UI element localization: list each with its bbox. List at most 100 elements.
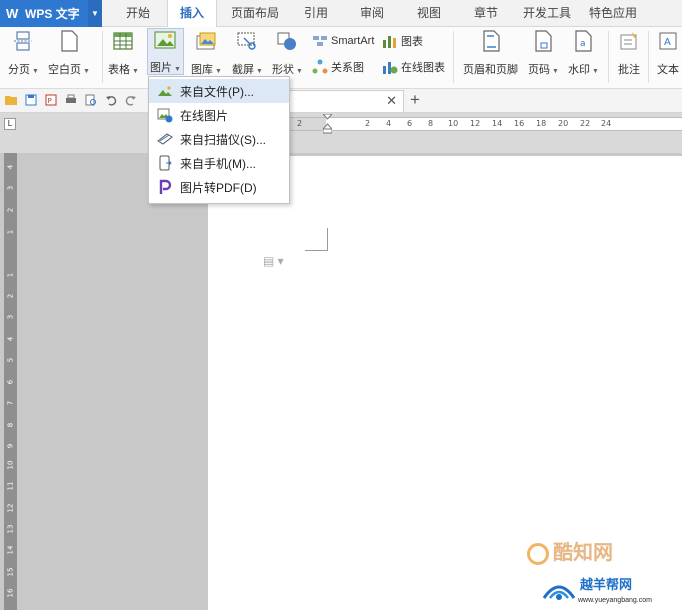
watermark-button[interactable]: a 水印 ▼ [568, 29, 599, 77]
ruler-tick: 5 [6, 357, 15, 363]
ruler-tick: 14 [492, 119, 503, 128]
new-tab-icon[interactable]: + [410, 90, 420, 110]
close-icon[interactable]: ✕ [386, 93, 397, 109]
menu-item-label: 来自文件(P)... [180, 84, 254, 99]
gallery-label: 图库 [191, 64, 213, 76]
chevron-down-icon[interactable]: ▼ [88, 0, 102, 27]
relation-chart-icon [312, 59, 328, 75]
ruler-tick: 3 [6, 185, 15, 191]
tab-insert[interactable]: 插入 [167, 0, 217, 27]
ribbon-tab-bar: W WPS 文字 ▼ 开始 插入 页面布局 引用 审阅 视图 章节 开发工具 特… [0, 0, 682, 27]
print-preview-icon[interactable] [84, 93, 98, 107]
gallery-button[interactable]: 图库 ▼ [191, 29, 222, 77]
screenshot-label: 截屏 [232, 64, 254, 76]
page-break-label: 分页 [8, 64, 30, 76]
ruler-tick: 1 [6, 272, 15, 278]
tab-references[interactable]: 引用 [296, 0, 336, 27]
export-pdf-icon[interactable]: P [44, 93, 58, 107]
page-number-button[interactable]: 页码 ▼ [528, 29, 559, 77]
tab-view[interactable]: 视图 [409, 0, 449, 27]
blank-page-label: 空白页 [48, 64, 81, 76]
ruler-tick: 8 [6, 422, 15, 428]
app-menu-button[interactable]: W WPS 文字 ▼ [0, 0, 102, 27]
chart-label: 图表 [401, 36, 423, 48]
comment-button[interactable]: 批注 [617, 29, 641, 77]
paragraph-options-icon[interactable]: ▤ ▾ [263, 254, 284, 268]
ruler-tick: 4 [6, 164, 15, 170]
relation-chart-button[interactable]: 关系图 [312, 59, 364, 75]
ruler-tick: 20 [558, 119, 569, 128]
ruler-tick: 2 [297, 119, 303, 128]
menu-item-image-to-pdf[interactable]: 图片转PDF(D) [149, 175, 289, 199]
tab-stop-selector[interactable]: L [4, 118, 16, 130]
menu-item-from-scanner[interactable]: 来自扫描仪(S)... [149, 127, 289, 151]
ruler-tick: 11 [6, 481, 15, 491]
picture-icon [153, 29, 177, 51]
online-chart-icon [382, 59, 398, 75]
save-icon[interactable] [24, 93, 38, 107]
margin-corner-mark [305, 228, 328, 251]
tab-page-layout[interactable]: 页面布局 [226, 0, 284, 27]
ruler-tick: 2 [6, 207, 15, 213]
table-icon [111, 29, 135, 53]
tab-review[interactable]: 审阅 [352, 0, 392, 27]
shapes-label: 形状 [272, 64, 294, 76]
ruler-tick: 2 [6, 293, 15, 299]
svg-text:P: P [48, 97, 52, 105]
brand-circle-icon [527, 542, 549, 565]
wps-logo-icon: W [6, 6, 19, 21]
table-button[interactable]: 表格 ▼ [108, 29, 139, 77]
ruler-tick: 18 [536, 119, 547, 128]
smartart-button[interactable]: SmartArt [312, 33, 374, 49]
open-icon[interactable] [4, 93, 18, 107]
ribbon-insert: 分页 ▼ 空白页 ▼ 表格 ▼ 图片 ▼ 图库 ▼ 截屏 ▼ 形状 ▼ Smar… [0, 27, 682, 89]
gallery-icon [194, 29, 218, 53]
shapes-button[interactable]: 形状 ▼ [272, 29, 303, 77]
document-tab[interactable]: ✕ [288, 90, 404, 112]
textbox-button[interactable]: A 文本 [656, 29, 680, 77]
screenshot-icon [235, 29, 259, 53]
vertical-ruler[interactable]: 4 3 2 1 1 2 3 4 5 6 7 8 9 10 11 12 13 14… [4, 153, 17, 610]
svg-text:A: A [664, 37, 671, 48]
screenshot-button[interactable]: 截屏 ▼ [232, 29, 263, 77]
page-number-icon [531, 29, 555, 53]
redo-icon[interactable] [124, 93, 138, 107]
comment-label: 批注 [618, 64, 640, 76]
ribbon-separator [453, 31, 454, 83]
tab-special[interactable]: 特色应用 [584, 0, 642, 27]
ruler-tick: 2 [365, 119, 371, 128]
blank-page-button[interactable]: 空白页 ▼ [48, 29, 90, 77]
menu-item-from-file[interactable]: 来自文件(P)... [149, 79, 289, 103]
online-chart-button[interactable]: 在线图表 [382, 59, 445, 75]
menu-item-from-phone[interactable]: 来自手机(M)... [149, 151, 289, 175]
page-break-button[interactable]: 分页 ▼ [8, 29, 39, 77]
blank-page-icon [57, 29, 81, 53]
watermark-brand-text: 酷知网 [553, 542, 613, 564]
tab-section[interactable]: 章节 [466, 0, 506, 27]
phone-icon [157, 155, 173, 171]
watermark-site-name: 越羊帮网 [580, 577, 633, 592]
ruler-tick: 4 [386, 119, 392, 128]
tab-developer[interactable]: 开发工具 [518, 0, 576, 27]
ruler-tick: 8 [428, 119, 434, 128]
menu-item-label: 在线图片 [180, 108, 229, 123]
header-footer-button[interactable]: 页眉和页脚 [463, 29, 518, 77]
watermark-icon: a [571, 29, 595, 53]
chart-button[interactable]: 图表 [382, 33, 423, 49]
picture-button[interactable]: 图片 ▼ [147, 28, 184, 75]
ruler-tick: 3 [6, 314, 15, 320]
menu-item-online-image[interactable]: 在线图片 [149, 103, 289, 127]
undo-icon[interactable] [104, 93, 118, 107]
indent-marker-icon[interactable] [323, 114, 332, 134]
ruler-tick: 24 [601, 119, 612, 128]
ribbon-separator [608, 31, 609, 83]
relation-chart-label: 关系图 [331, 62, 364, 74]
tab-home[interactable]: 开始 [118, 0, 158, 27]
ruler-tick: 6 [6, 379, 15, 385]
ruler-tick: 4 [6, 336, 15, 342]
ruler-tick: 13 [6, 524, 15, 534]
textbox-label: 文本 [657, 64, 679, 76]
smartart-label: SmartArt [331, 35, 375, 47]
print-icon[interactable] [64, 93, 78, 107]
ruler-tick: 10 [448, 119, 459, 128]
